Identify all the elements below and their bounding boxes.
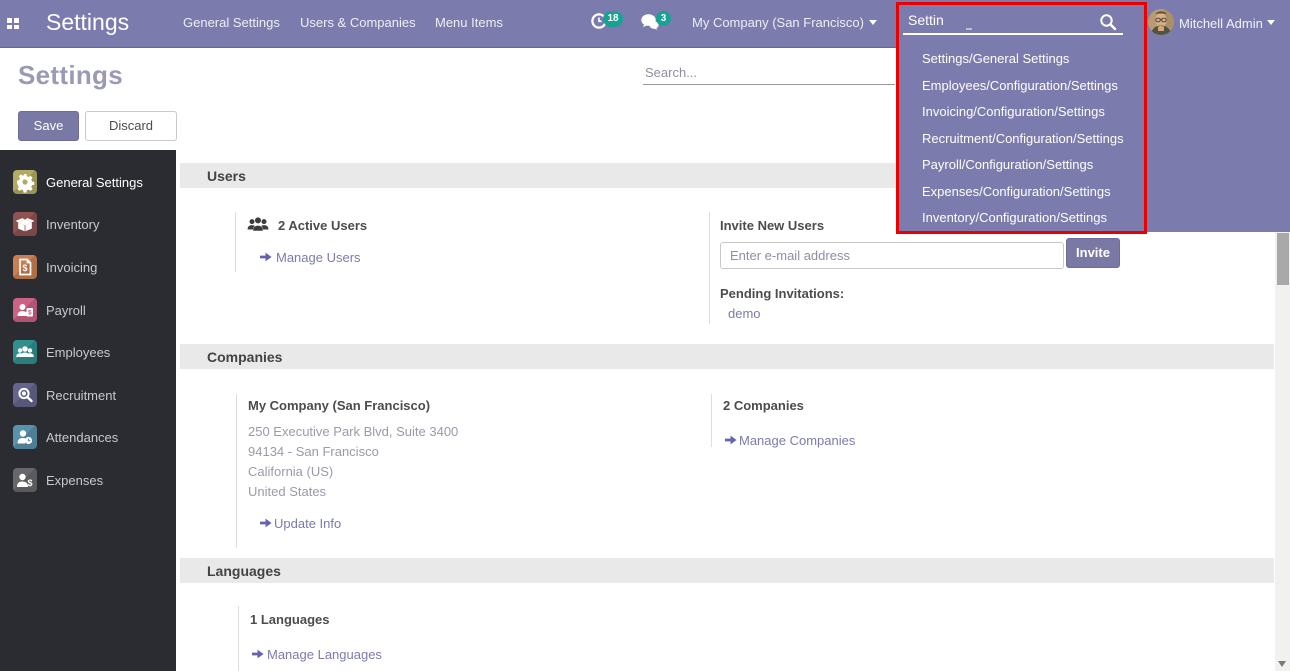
svg-text:$: $ [27, 478, 32, 488]
svg-text:$: $ [22, 263, 27, 273]
svg-text:$: $ [28, 310, 32, 317]
